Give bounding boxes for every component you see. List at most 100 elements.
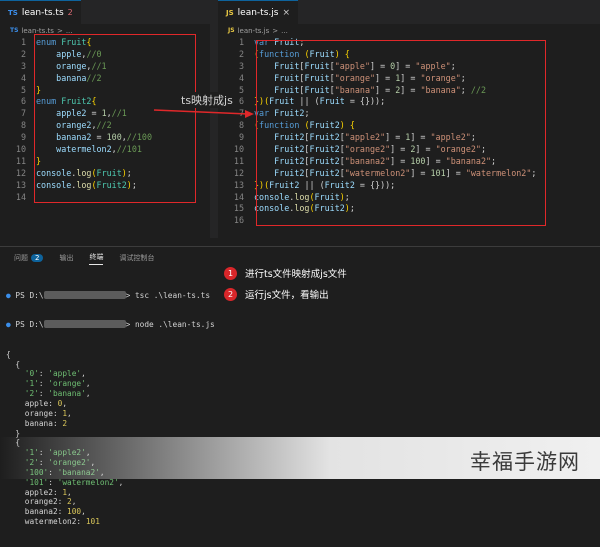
code-token: "apple2": [344, 132, 386, 143]
redacted-path: [43, 290, 126, 299]
code-editor-ts[interactable]: 1 enum Fruit{2 apple,//0 3 orange,//1 4 ban…: [0, 37, 210, 203]
tab-output[interactable]: 输出: [59, 253, 73, 263]
code-line[interactable]: 4 Fruit[Fruit["orange"] = 1] = "orange";: [218, 73, 600, 85]
code-token: Fruit2: [309, 120, 340, 131]
breadcrumb[interactable]: JS lean-ts.js > ...: [218, 24, 600, 37]
terminal-output[interactable]: ● PS D:\ > tsc .\lean-ts.ts ● PS D:\ > nod…: [6, 271, 215, 547]
code-token: 100: [106, 132, 122, 143]
code-line[interactable]: 5 Fruit[Fruit["banana"] = 2] = "banana";…: [218, 85, 600, 97]
code-line[interactable]: 1 enum Fruit{: [0, 37, 210, 49]
code-token: ;: [460, 72, 466, 83]
code-token: banana: [36, 72, 87, 83]
line-number: 12: [15, 167, 26, 178]
code-line[interactable]: 15 console. log(Fruit2);: [218, 203, 600, 215]
code-token: Fruit2: [254, 132, 305, 143]
code-line[interactable]: 16: [218, 215, 600, 227]
code-token: //2: [470, 84, 487, 95]
code-token: Fruit2: [324, 179, 355, 190]
code-line[interactable]: 3 orange,//1: [0, 61, 210, 73]
code-token: log: [76, 179, 92, 190]
code-token: ] =: [400, 72, 421, 83]
code-token: //2: [96, 120, 112, 131]
line-number: 3: [20, 60, 26, 71]
code-line[interactable]: 11}: [0, 156, 210, 168]
code-line[interactable]: 11 Fruit2[Fruit2["banana2"] = 100] = "ba…: [218, 156, 600, 168]
code-line[interactable]: 10 Fruit2[Fruit2["orange2"] = 2] = "oran…: [218, 144, 600, 156]
code-token: "watermelon2": [344, 167, 411, 178]
close-icon[interactable]: ×: [282, 8, 290, 18]
code-token: ) {: [334, 48, 350, 59]
line-number: 5: [20, 84, 26, 95]
code-line[interactable]: 1 var Fruit;: [218, 37, 600, 49]
code-line[interactable]: 2(function (Fruit) {: [218, 49, 600, 61]
code-token: ;: [491, 155, 497, 166]
code-token: ;: [349, 203, 355, 214]
code-token: //100: [126, 132, 153, 143]
output-token: :: [48, 477, 58, 487]
output-token: orange:: [6, 408, 63, 418]
code-line[interactable]: 12 console. log(Fruit);: [0, 168, 210, 180]
code-token: "apple": [415, 60, 451, 71]
code-token: = {}));: [344, 96, 386, 107]
code-line[interactable]: 13 console. log(Fruit2);: [0, 180, 210, 192]
right-editor-pane: JS lean-ts.js × JS lean-ts.js > ... 1 var…: [218, 0, 600, 238]
code-token: "banana2": [445, 155, 492, 166]
code-token: "banana": [334, 84, 376, 95]
output-token: banana2:: [6, 507, 68, 517]
code-line[interactable]: 7var Fruit2;: [218, 108, 600, 120]
prompt-dot-icon: ●: [6, 290, 16, 300]
code-line[interactable]: 10 watermelon2,//101: [0, 144, 210, 156]
code-token: ;: [344, 191, 350, 202]
tab-lean-ts-ts[interactable]: TS lean-ts.ts 2: [0, 0, 81, 24]
code-token: ;: [470, 132, 476, 143]
tab-terminal[interactable]: 终端: [89, 252, 104, 265]
code-token: Fruit2: [309, 132, 340, 143]
note-step-1: 1 进行ts文件映射成js文件: [224, 266, 347, 280]
code-line[interactable]: 6})(Fruit || (Fruit = {}));: [218, 96, 600, 108]
output-token: '0': [6, 369, 39, 379]
code-line[interactable]: 12 Fruit2[Fruit2["watermelon2"] = 101] =…: [218, 168, 600, 180]
breadcrumb-file[interactable]: lean-ts.js: [238, 27, 270, 35]
breadcrumb-file[interactable]: lean-ts.ts: [21, 27, 54, 35]
output-token: '1': [6, 379, 39, 389]
code-line[interactable]: 4 banana//2: [0, 73, 210, 85]
code-line[interactable]: 14 console. log(Fruit);: [218, 192, 600, 204]
code-token: "orange2": [344, 144, 391, 155]
code-line[interactable]: 5}: [0, 85, 210, 97]
code-line[interactable]: 2 apple,//0: [0, 49, 210, 61]
code-token: Fruit: [304, 84, 330, 95]
breadcrumb-symbol[interactable]: ...: [281, 27, 288, 35]
tab-debug-console[interactable]: 调试控制台: [119, 253, 154, 263]
output-token: ,: [118, 477, 124, 487]
code-token: //1: [111, 108, 127, 119]
code-line[interactable]: 8 orange2,//2: [0, 120, 210, 132]
code-token: Fruit2: [254, 155, 305, 166]
code-token: "orange": [420, 72, 461, 83]
output-token: watermelon2:: [6, 517, 86, 527]
code-token: Fruit: [304, 72, 330, 83]
output-token: ,: [71, 497, 77, 507]
note-text: 运行js文件，看输出: [245, 290, 329, 301]
code-line[interactable]: 13})(Fruit2 || (Fruit2 = {}));: [218, 180, 600, 192]
code-line[interactable]: 9 banana2 = 100,//100: [0, 132, 210, 144]
tab-lean-ts-js[interactable]: JS lean-ts.js ×: [218, 0, 298, 24]
line-number: 15: [233, 203, 244, 214]
terminal-command-line: ● PS D:\ > node .\lean-ts.js: [6, 320, 215, 330]
code-line[interactable]: 9 Fruit2[Fruit2["apple2"] = 1] = "apple2…: [218, 132, 600, 144]
code-line[interactable]: 14: [0, 192, 210, 204]
breadcrumb-symbol[interactable]: ...: [66, 27, 73, 35]
breadcrumb[interactable]: TS lean-ts.ts > ...: [0, 24, 210, 37]
output-token: 100: [67, 507, 82, 517]
code-token: =: [86, 108, 102, 119]
code-line[interactable]: 3 Fruit[Fruit["apple"] = 0] = "apple";: [218, 61, 600, 73]
code-token: "orange": [334, 72, 376, 83]
code-line[interactable]: 8(function (Fruit2) {: [218, 120, 600, 132]
code-token: ] =: [425, 155, 446, 166]
tab-problems[interactable]: 问题 2: [14, 253, 44, 263]
code-token: Fruit: [269, 96, 295, 107]
code-editor-js[interactable]: 1 var Fruit; 2(function (Fruit) {3 Fruit[F…: [218, 37, 600, 227]
code-token: //2: [86, 72, 102, 83]
output-token: apple:: [6, 398, 58, 408]
code-token: ;: [126, 167, 132, 178]
code-token: Fruit2: [96, 179, 127, 190]
